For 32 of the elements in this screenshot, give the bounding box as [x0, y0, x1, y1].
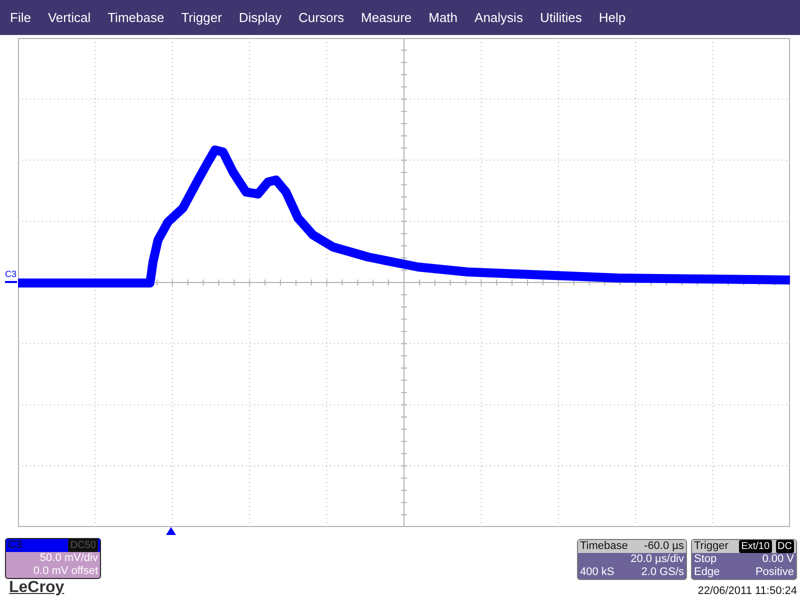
menu-item[interactable]: Cursors: [298, 8, 352, 28]
timebase-delay: -60.0 µs: [644, 540, 684, 553]
trigger-type: Edge: [694, 566, 720, 579]
sample-rate: 2.0 GS/s: [641, 566, 684, 579]
trace-label: C3: [5, 270, 17, 279]
sample-count: 400 kS: [580, 566, 614, 579]
menu-item[interactable]: Analysis: [474, 8, 531, 28]
menu-item[interactable]: Trigger: [181, 8, 230, 28]
menu-item[interactable]: Utilities: [540, 8, 590, 28]
trigger-slope: Positive: [755, 566, 794, 579]
trigger-panel[interactable]: Trigger Ext/10 DC Stop 0.00 V Edge Positive: [691, 539, 797, 580]
timestamp: 22/06/2011 11:50:24: [696, 584, 797, 598]
timebase-panel[interactable]: Timebase -60.0 µs 20.0 µs/div 400 kS 2.0 GS/s: [577, 539, 687, 580]
menu-item[interactable]: Help: [598, 8, 634, 28]
menu-item[interactable]: Measure: [361, 8, 420, 28]
menu-item[interactable]: Vertical: [48, 8, 99, 28]
channel-label: C3: [8, 539, 22, 552]
menu-item[interactable]: File: [10, 8, 39, 28]
channel-scale: 50.0 mV/div: [38, 552, 99, 565]
timebase-scale: 20.0 µs/div: [630, 553, 684, 566]
channel-offset: 0.0 mV offset: [32, 565, 99, 578]
panel-title: Trigger: [694, 540, 728, 553]
menu-item[interactable]: Display: [238, 8, 290, 28]
trigger-source-tag: Ext/10: [739, 540, 772, 553]
coupling-tag: DC50: [68, 539, 98, 552]
menu-item[interactable]: Timebase: [108, 8, 172, 28]
panel-title: Timebase: [580, 540, 628, 553]
menu-item[interactable]: Math: [428, 8, 466, 28]
trigger-threshold: 0.00 V: [762, 553, 794, 566]
brand-logo: LeCroy: [9, 579, 66, 597]
trigger-coupling-tag: DC: [776, 540, 794, 553]
trigger-mode: Stop: [694, 553, 717, 566]
